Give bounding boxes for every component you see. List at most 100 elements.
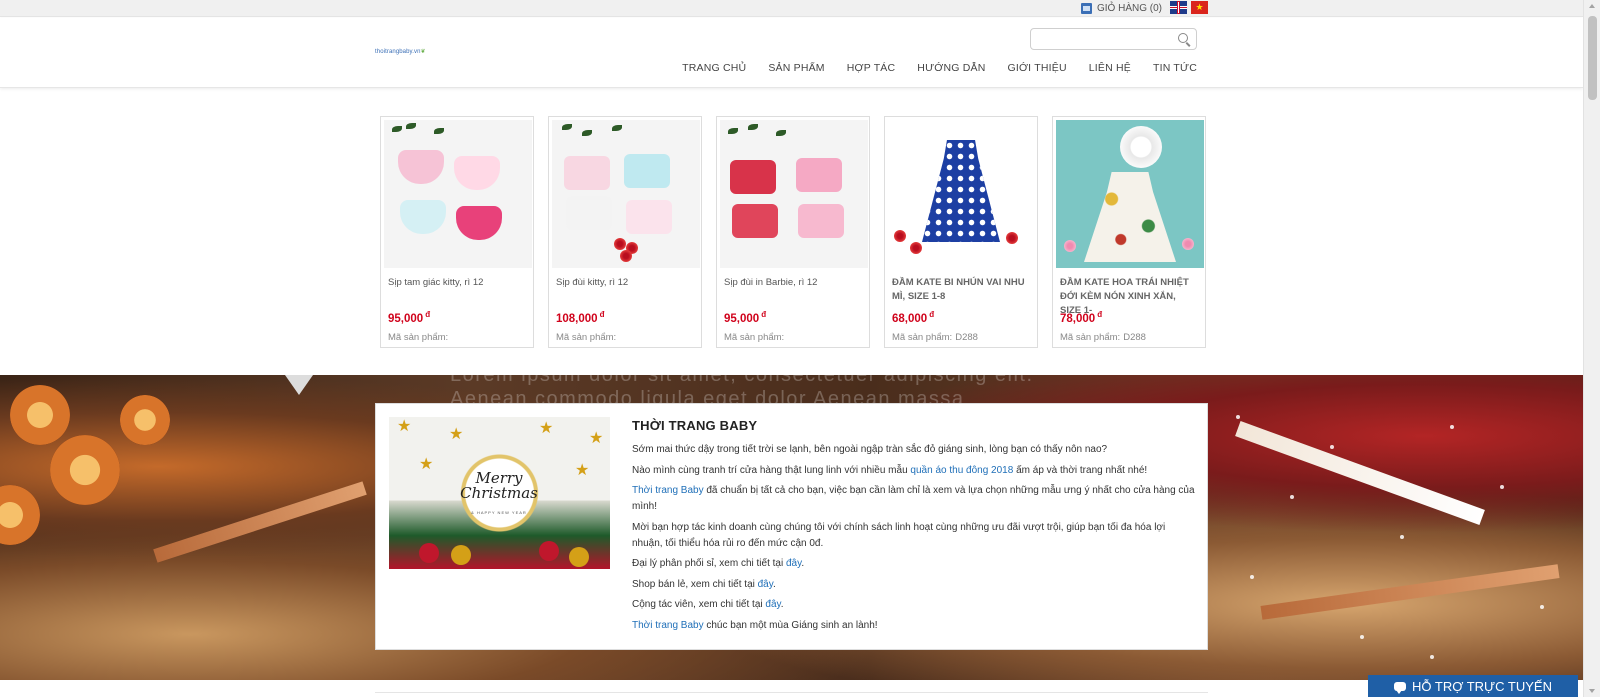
logo-text: thoitrangbaby.vn	[375, 49, 421, 55]
currency: đ	[1097, 310, 1103, 319]
top-bar: GIỎ HÀNG (0) ★	[0, 0, 1583, 17]
product-card[interactable]: Sịp tam giác kitty, rì 12 95,000 đ Mã sản…	[380, 116, 534, 348]
info-p2: Nào mình cùng tranh trí cửa hàng thật lu…	[632, 463, 1197, 479]
code-value: D288	[1123, 332, 1146, 343]
product-grid: Sịp tam giác kitty, rì 12 95,000 đ Mã sản…	[380, 116, 1206, 348]
product-code: Mã sản phẩm: D288	[892, 332, 1030, 343]
price-value: 68,000	[892, 312, 928, 325]
product-card[interactable]: Sịp đùi in Barbie, rì 12 95,000 đ Mã sản …	[716, 116, 870, 348]
info-box: ★ ★ ★ ★ ★ ★ Merry Christmas & HAPPY NEW YEA…	[375, 403, 1208, 650]
code-label: Mã sản phẩm:	[1060, 332, 1121, 343]
scroll-down-icon[interactable]	[1589, 689, 1595, 693]
info-p4: Mời bạn hợp tác kinh doanh cùng chúng tô…	[632, 521, 1166, 549]
support-label: HỖ TRỢ TRỰC TUYẾN	[1412, 678, 1552, 694]
p6-text: Shop bán lẻ, xem chi tiết tại	[632, 578, 758, 590]
english-flag-icon[interactable]	[1170, 1, 1187, 14]
brand-link-2[interactable]: Thời trang Baby	[632, 620, 704, 631]
xmas-hny: HAPPY NEW YEAR	[476, 510, 527, 515]
nav-about[interactable]: GIỚI THIỆU	[1008, 62, 1067, 74]
product-code: Mã sản phẩm:	[556, 332, 694, 343]
product-card[interactable]: ĐẦM KATE HOA TRÁI NHIỆT ĐỚI KÈM NÓN XINH…	[1052, 116, 1206, 348]
price-value: 95,000	[388, 312, 424, 325]
nav-cooperation[interactable]: HỢP TÁC	[847, 62, 896, 74]
logo[interactable]: thoitrangbaby.vn❦	[375, 48, 426, 55]
shop-icon	[1081, 3, 1092, 14]
online-support-button[interactable]: HỖ TRỢ TRỰC TUYẾN	[1368, 675, 1578, 697]
collaborator-link[interactable]: đây	[765, 599, 780, 610]
info-p6: Shop bán lẻ, xem chi tiết tại đây.	[632, 577, 1197, 593]
scroll-up-icon[interactable]	[1589, 4, 1595, 8]
logo-leaf-icon: ❦	[420, 49, 426, 55]
divider	[375, 692, 1208, 693]
currency: đ	[929, 310, 935, 319]
price-value: 78,000	[1060, 312, 1096, 325]
search-icon[interactable]	[1178, 33, 1188, 43]
xmas-christmas: Christmas	[460, 484, 538, 502]
autumn-winter-link[interactable]: quần áo thu đông 2018	[910, 465, 1013, 476]
info-p5: Đại lý phân phối sỉ, xem chi tiết tại đâ…	[632, 556, 1197, 572]
product-image[interactable]	[720, 120, 868, 268]
wholesale-link[interactable]: đây	[786, 558, 801, 569]
p7-period: .	[780, 599, 784, 610]
chat-icon	[1394, 681, 1406, 694]
xmas-new-year: & HAPPY NEW YEAR	[449, 510, 549, 515]
product-price: 95,000 đ	[724, 310, 862, 326]
nav-home[interactable]: TRANG CHỦ	[682, 62, 746, 74]
product-image[interactable]	[1056, 120, 1204, 268]
currency: đ	[599, 310, 605, 319]
retail-link[interactable]: đây	[758, 579, 773, 590]
product-price: 108,000 đ	[556, 310, 694, 326]
product-name[interactable]: ĐẦM KATE HOA TRÁI NHIỆT ĐỚI KÈM NÓN XINH…	[1060, 276, 1198, 316]
cart-label: GIỎ HÀNG (0)	[1097, 3, 1163, 14]
code-label: Mã sản phẩm:	[724, 332, 785, 343]
info-p7: Cộng tác viên, xem chi tiết tại đây.	[632, 597, 1197, 613]
code-label: Mã sản phẩm:	[892, 332, 953, 343]
brand-link[interactable]: Thời trang Baby	[632, 485, 704, 496]
nav-products[interactable]: SẢN PHẨM	[768, 62, 824, 74]
product-card[interactable]: ĐẦM KATE BI NHÚN VAI NHU MÌ, SIZE 1-8 68…	[884, 116, 1038, 348]
page: GIỎ HÀNG (0) ★ thoitrangbaby.vn❦ TRANG C…	[0, 0, 1600, 697]
product-image[interactable]	[384, 120, 532, 268]
info-title: THỜI TRANG BABY	[632, 418, 758, 433]
info-p8: Thời trang Baby chúc bạn một mùa Giáng s…	[632, 618, 1197, 634]
flag-star: ★	[1195, 2, 1204, 12]
nav-guide[interactable]: HƯỚNG DẪN	[917, 62, 985, 74]
p5-period: .	[801, 558, 805, 569]
christmas-card-image: ★ ★ ★ ★ ★ ★ Merry Christmas & HAPPY NEW YEA…	[389, 417, 610, 569]
main-nav: TRANG CHỦ SẢN PHẨM HỢP TÁC HƯỚNG DẪN GIỚ…	[660, 62, 1197, 74]
price-value: 108,000	[556, 312, 598, 325]
scrollbar[interactable]	[1583, 0, 1600, 697]
product-code: Mã sản phẩm:	[388, 332, 526, 343]
nav-contact[interactable]: LIÊN HỆ	[1089, 62, 1131, 74]
product-name[interactable]: Sịp đùi kitty, rì 12	[556, 276, 694, 304]
search-box	[1030, 28, 1197, 50]
product-price: 78,000 đ	[1060, 310, 1198, 326]
ghost-line-1: Lorem ipsum dolor sit amet, consectetuer…	[450, 375, 1034, 386]
search-input[interactable]	[1037, 29, 1177, 49]
product-code: Mã sản phẩm: D288	[1060, 332, 1198, 343]
p2-text-end: ấm áp và thời trang nhất nhé!	[1013, 464, 1148, 476]
scroll-thumb[interactable]	[1588, 16, 1597, 100]
code-label: Mã sản phẩm:	[556, 332, 617, 343]
product-price: 95,000 đ	[388, 310, 526, 326]
currency: đ	[761, 310, 767, 319]
header: thoitrangbaby.vn❦ TRANG CHỦ SẢN PHẨM HỢP…	[0, 18, 1583, 88]
product-image[interactable]	[888, 120, 1036, 268]
product-name[interactable]: Sịp đùi in Barbie, rì 12	[724, 276, 862, 304]
product-name[interactable]: Sịp tam giác kitty, rì 12	[388, 276, 526, 304]
p5-text: Đại lý phân phối sỉ, xem chi tiết tại	[632, 558, 786, 569]
currency: đ	[425, 310, 431, 319]
vietnam-flag-icon[interactable]: ★	[1191, 1, 1208, 14]
product-code: Mã sản phẩm:	[724, 332, 862, 343]
price-value: 95,000	[724, 312, 760, 325]
xmas-amp: &	[471, 510, 475, 515]
info-p3: Thời trang Baby đã chuẩn bị tất cả cho b…	[632, 483, 1197, 515]
nav-news[interactable]: TIN TỨC	[1153, 62, 1197, 74]
product-card[interactable]: Sịp đùi kitty, rì 12 108,000 đ Mã sản phẩ…	[548, 116, 702, 348]
product-name[interactable]: ĐẦM KATE BI NHÚN VAI NHU MÌ, SIZE 1-8	[892, 276, 1030, 304]
code-label: Mã sản phẩm:	[388, 332, 449, 343]
cart-link[interactable]: GIỎ HÀNG (0)	[1081, 0, 1162, 17]
p7-text: Cộng tác viên, xem chi tiết tại	[632, 599, 766, 610]
info-p1: Sớm mai thức dậy trong tiết trời se lạnh…	[632, 444, 1108, 455]
product-image[interactable]	[552, 120, 700, 268]
